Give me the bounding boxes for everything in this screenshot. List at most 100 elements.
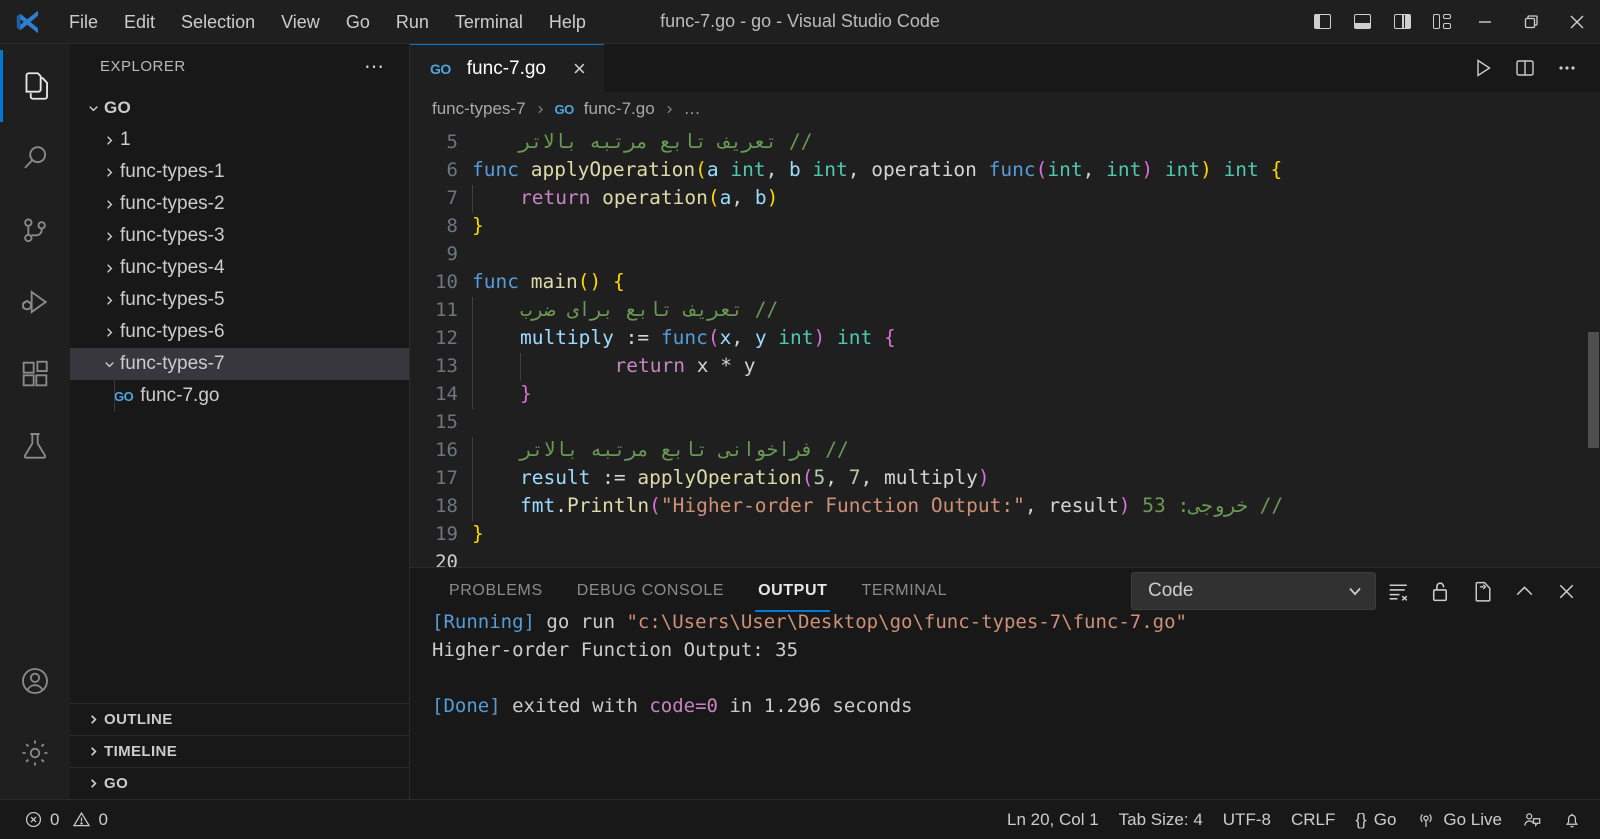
status-feedback[interactable] <box>1512 800 1552 839</box>
toggle-primary-sidebar-button[interactable] <box>1302 0 1342 44</box>
code-line-text[interactable]: // تعریف تابع برای ضرب <box>472 296 1600 325</box>
editor-more-actions-icon[interactable] <box>1548 49 1586 87</box>
activity-bar <box>0 44 70 799</box>
code-scroll-area[interactable]: 5 // تعریف تابع مرتبه بالاتر 6 func applyO… <box>410 126 1600 567</box>
close-button[interactable] <box>1554 0 1600 44</box>
output-view[interactable]: [Running] go run "c:\Users\User\Desktop\… <box>410 614 1600 799</box>
panel-tab-terminal[interactable]: TERMINAL <box>844 568 964 614</box>
activity-testing-button[interactable] <box>0 410 70 482</box>
customize-layout-button[interactable] <box>1422 0 1462 44</box>
activity-extensions-button[interactable] <box>0 338 70 410</box>
output-segment: go run <box>546 614 627 633</box>
chevron-right-icon <box>534 103 547 116</box>
tree-folder-func-types-2[interactable]: func-types-2 <box>70 188 409 220</box>
tree-folder-func-types-5[interactable]: func-types-5 <box>70 284 409 316</box>
code-line-text[interactable]: func main() { <box>472 268 1600 296</box>
tree-folder-func-types-6[interactable]: func-types-6 <box>70 316 409 348</box>
code-line-text[interactable]: multiply := func(x, y int) int { <box>472 324 1600 353</box>
code-line-text[interactable]: result := applyOperation(5, 7, multiply) <box>472 464 1600 493</box>
status-notifications[interactable] <box>1552 800 1592 839</box>
code-token: return <box>519 186 591 209</box>
tree-folder-func-types-7[interactable]: func-types-7 <box>70 348 409 380</box>
panel-tab-output[interactable]: OUTPUT <box>741 568 844 614</box>
tree-folder-func-types-3[interactable]: func-types-3 <box>70 220 409 252</box>
menu-file[interactable]: File <box>56 7 111 37</box>
code-token: 7 <box>848 466 861 489</box>
menu-terminal[interactable]: Terminal <box>442 7 536 37</box>
breadcrumb-file[interactable]: func-7.go <box>584 99 655 119</box>
code-line-text[interactable]: // فراخوانی تابع مرتبه بالاتر <box>472 436 1600 465</box>
tree-file-label: func-7.go <box>140 385 220 406</box>
toggle-panel-button[interactable] <box>1342 0 1382 44</box>
restore-button[interactable] <box>1508 0 1554 44</box>
breadcrumb-folder[interactable]: func-types-7 <box>432 99 526 119</box>
activity-search-button[interactable] <box>0 122 70 194</box>
scrollbar-thumb[interactable] <box>1588 332 1599 448</box>
menu-go[interactable]: Go <box>333 7 383 37</box>
sidebar-section-timeline[interactable]: TIMELINE <box>70 735 409 767</box>
menu-run[interactable]: Run <box>383 7 442 37</box>
status-language-mode[interactable]: {} Go <box>1345 800 1406 839</box>
code-line-text[interactable]: return x * y <box>472 352 1600 381</box>
line-number: 8 <box>446 215 458 237</box>
sidebar-section-outline[interactable]: OUTLINE <box>70 703 409 735</box>
code-line-text[interactable]: } <box>472 212 1600 240</box>
code-token: ( <box>707 326 720 349</box>
status-tab-size[interactable]: Tab Size: 4 <box>1109 800 1213 839</box>
code-line: 10 func main() { <box>410 268 1600 296</box>
menu-edit[interactable]: Edit <box>111 7 168 37</box>
status-go-live[interactable]: Go Live <box>1406 800 1512 839</box>
output-channel-select[interactable]: Code <box>1131 572 1376 610</box>
editor-vertical-scrollbar[interactable] <box>1586 126 1600 567</box>
tree-folder-1[interactable]: 1 <box>70 124 409 156</box>
panel-tab-debug-console[interactable]: DEBUG CONSOLE <box>560 568 741 614</box>
run-code-button[interactable] <box>1464 49 1502 87</box>
status-cursor-position[interactable]: Ln 20, Col 1 <box>997 800 1109 839</box>
status-encoding[interactable]: UTF-8 <box>1213 800 1281 839</box>
lock-scroll-button[interactable] <box>1420 571 1460 611</box>
clear-output-button[interactable] <box>1378 571 1418 611</box>
tree-file-func-7-go[interactable]: GO func-7.go <box>70 380 409 412</box>
status-eol[interactable]: CRLF <box>1281 800 1345 839</box>
activity-run-debug-button[interactable] <box>0 266 70 338</box>
tree-folder-func-types-1[interactable]: func-types-1 <box>70 156 409 188</box>
code-line-text[interactable]: func applyOperation(a int, b int, operat… <box>472 156 1600 184</box>
breadcrumb-symbols[interactable]: … <box>684 99 701 119</box>
code-line-text[interactable]: } <box>472 380 1600 409</box>
sidebar-section-go[interactable]: GO <box>70 767 409 799</box>
line-number: 13 <box>435 355 458 377</box>
activity-accounts-button[interactable] <box>0 645 70 717</box>
open-in-editor-button[interactable] <box>1462 571 1502 611</box>
menu-view[interactable]: View <box>268 7 333 37</box>
line-number: 15 <box>435 411 458 433</box>
tree-folder-func-types-4[interactable]: func-types-4 <box>70 252 409 284</box>
status-problems[interactable]: 0 0 <box>14 800 118 839</box>
language-label: Go <box>1373 809 1397 829</box>
code-line-text[interactable]: } <box>472 520 1600 548</box>
code-line-text[interactable]: fmt.Println("Higher-order Function Outpu… <box>472 492 1600 521</box>
explorer-more-actions-icon[interactable]: ⋯ <box>364 54 397 79</box>
maximize-panel-button[interactable] <box>1504 571 1544 611</box>
tree-root-go[interactable]: GO <box>70 92 409 124</box>
activity-explorer-button[interactable] <box>0 50 70 122</box>
code-token: := <box>590 466 638 489</box>
menu-selection[interactable]: Selection <box>168 7 268 37</box>
code-token: ( <box>577 270 590 293</box>
activity-source-control-button[interactable] <box>0 194 70 266</box>
minimize-button[interactable] <box>1462 0 1508 44</box>
code-line-text[interactable]: // تعریف تابع مرتبه بالاتر <box>472 128 1600 156</box>
split-editor-button[interactable] <box>1506 49 1544 87</box>
tab-func-7-go[interactable]: GO func-7.go × <box>410 44 604 92</box>
toggle-secondary-sidebar-button[interactable] <box>1382 0 1422 44</box>
activity-manage-gear-icon[interactable] <box>0 717 70 789</box>
code-line-text[interactable]: return operation(a, b) <box>472 184 1600 213</box>
line-number: 11 <box>435 299 458 321</box>
tab-close-icon[interactable]: × <box>569 56 590 82</box>
code-editor[interactable]: 5 // تعریف تابع مرتبه بالاتر 6 func applyO… <box>410 126 1600 567</box>
code-token: int <box>730 158 766 181</box>
panel-tab-problems[interactable]: PROBLEMS <box>432 568 560 614</box>
close-panel-button[interactable] <box>1546 571 1586 611</box>
tree-folder-label: func-types-5 <box>120 289 225 310</box>
menu-help[interactable]: Help <box>536 7 599 37</box>
